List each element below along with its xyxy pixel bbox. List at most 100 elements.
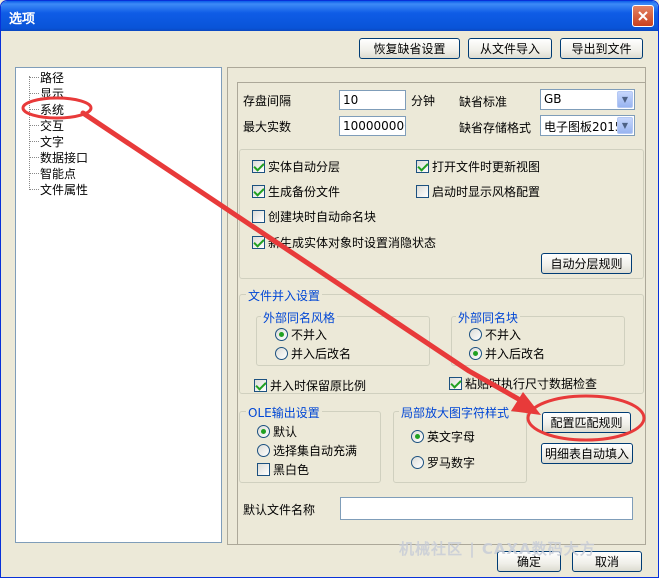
enlarge-roman-label: 罗马数字 <box>427 456 476 470</box>
tree-item-interaction[interactable]: 交互 <box>40 117 64 134</box>
tree-connector <box>30 125 39 126</box>
save-interval-label: 存盘间隔 <box>243 94 292 108</box>
radio-selected-icon <box>469 347 482 360</box>
save-interval-unit: 分钟 <box>411 94 436 108</box>
window-title: 选项 <box>9 12 36 27</box>
checkbox-checked-icon <box>252 236 265 249</box>
enlarge-style-group <box>393 411 527 483</box>
keep-ratio-checkbox[interactable]: 并入时保留原比例 <box>254 377 366 394</box>
default-standard-select[interactable]: GB ▼ <box>540 89 635 110</box>
hide-state-label: 新生成实体对象时设置消隐状态 <box>268 236 437 250</box>
export-to-file-button[interactable]: 导出到文件 <box>560 38 643 59</box>
backup-checkbox[interactable]: 生成备份文件 <box>252 183 340 200</box>
enlarge-letters-label: 英文字母 <box>427 430 476 444</box>
checkbox-unchecked-icon <box>257 463 270 476</box>
tree-connector <box>30 157 39 158</box>
checkbox-checked-icon <box>449 377 462 390</box>
default-filename-label: 默认文件名称 <box>243 503 316 517</box>
save-interval-input[interactable]: 10 <box>339 90 406 110</box>
paste-check-label: 粘贴时执行尺寸数据检查 <box>465 377 598 391</box>
update-view-label: 打开文件时更新视图 <box>432 160 541 174</box>
radio-unselected-icon <box>469 328 482 341</box>
tree-connector <box>30 109 39 110</box>
tree-connector <box>30 77 39 78</box>
enlarge-letters-radio[interactable]: 英文字母 <box>411 428 475 445</box>
external-block-title: 外部同名块 <box>456 309 521 326</box>
file-merge-title: 文件并入设置 <box>246 287 323 304</box>
style-merge-rename-radio[interactable]: 并入后改名 <box>275 345 351 362</box>
tree-item-path[interactable]: 路径 <box>40 69 64 86</box>
ole-output-title: OLE输出设置 <box>246 404 322 421</box>
default-standard-label: 缺省标准 <box>459 95 508 109</box>
options-dialog: 选项 恢复缺省设置 从文件导入 导出到文件 路径 显示 系统 交互 文字 数据接… <box>0 0 659 578</box>
checkbox-checked-icon <box>252 160 265 173</box>
restore-defaults-button[interactable]: 恢复缺省设置 <box>359 38 460 59</box>
auto-name-block-label: 创建块时自动命名块 <box>268 210 377 224</box>
radio-unselected-icon <box>275 347 288 360</box>
options-tree: 路径 显示 系统 交互 文字 数据接口 智能点 文件属性 <box>15 67 222 543</box>
title-bar[interactable]: 选项 <box>1 1 658 31</box>
default-format-value: 电子图板2015 <box>544 120 623 134</box>
auto-layer-rule-button[interactable]: 自动分层规则 <box>541 253 632 274</box>
tree-connector <box>30 141 39 142</box>
max-entities-input[interactable]: 100000000 <box>339 116 406 136</box>
default-format-select[interactable]: 电子图板2015 ▼ <box>540 115 635 136</box>
auto-name-block-checkbox[interactable]: 创建块时自动命名块 <box>252 208 376 225</box>
close-icon <box>638 11 648 21</box>
show-style-config-label: 启动时显示风格配置 <box>432 185 541 199</box>
max-entities-label: 最大实数 <box>243 120 292 134</box>
ole-default-label: 默认 <box>273 425 298 439</box>
update-view-checkbox[interactable]: 打开文件时更新视图 <box>416 158 540 175</box>
hide-state-checkbox[interactable]: 新生成实体对象时设置消隐状态 <box>252 234 436 251</box>
ole-auto-fill-label: 选择集自动充满 <box>273 444 358 458</box>
tree-item-display[interactable]: 显示 <box>40 85 64 102</box>
checkbox-checked-icon <box>416 160 429 173</box>
import-from-file-button[interactable]: 从文件导入 <box>468 38 552 59</box>
tree-item-file-properties[interactable]: 文件属性 <box>40 181 88 198</box>
style-no-merge-label: 不并入 <box>291 328 328 342</box>
bom-auto-fill-button[interactable]: 明细表自动填入 <box>541 443 633 464</box>
tree-connector <box>30 93 39 94</box>
checkbox-checked-icon <box>254 379 267 392</box>
close-button[interactable] <box>632 5 654 27</box>
block-merge-rename-label: 并入后改名 <box>485 347 546 361</box>
checkbox-checked-icon <box>252 185 265 198</box>
checkbox-unchecked-icon <box>416 185 429 198</box>
backup-label: 生成备份文件 <box>268 185 341 199</box>
configure-match-rule-button[interactable]: 配置匹配规则 <box>542 412 631 433</box>
default-standard-value: GB <box>544 92 562 106</box>
style-no-merge-radio[interactable]: 不并入 <box>275 326 327 343</box>
enlarge-roman-radio[interactable]: 罗马数字 <box>411 454 475 471</box>
enlarge-style-title: 局部放大图字符样式 <box>399 404 512 421</box>
ole-auto-fill-radio[interactable]: 选择集自动充满 <box>257 442 357 459</box>
style-merge-rename-label: 并入后改名 <box>291 347 352 361</box>
radio-unselected-icon <box>411 456 424 469</box>
tree-item-smart-point[interactable]: 智能点 <box>40 165 76 182</box>
chevron-down-icon[interactable]: ▼ <box>617 91 633 108</box>
block-merge-rename-radio[interactable]: 并入后改名 <box>469 345 545 362</box>
ole-default-radio[interactable]: 默认 <box>257 423 297 440</box>
tree-connector <box>30 173 39 174</box>
show-style-config-checkbox[interactable]: 启动时显示风格配置 <box>416 183 540 200</box>
watermark: 机械社区 | CAXA数码大方 <box>399 540 596 558</box>
paste-check-checkbox[interactable]: 粘贴时执行尺寸数据检查 <box>449 375 597 392</box>
default-format-label: 缺省存储格式 <box>459 121 532 135</box>
tree-item-data-interface[interactable]: 数据接口 <box>40 149 88 166</box>
checkbox-unchecked-icon <box>252 210 265 223</box>
default-filename-input[interactable] <box>340 497 633 520</box>
ole-bw-label: 黑白色 <box>273 463 310 477</box>
tree-connector <box>30 189 39 190</box>
tree-item-text[interactable]: 文字 <box>40 133 64 150</box>
external-style-title: 外部同名风格 <box>261 309 338 326</box>
auto-layer-label: 实体自动分层 <box>268 160 341 174</box>
tree-item-system[interactable]: 系统 <box>40 101 64 118</box>
radio-selected-icon <box>411 430 424 443</box>
radio-selected-icon <box>275 328 288 341</box>
block-no-merge-label: 不并入 <box>485 328 522 342</box>
chevron-down-icon[interactable]: ▼ <box>617 117 633 134</box>
radio-unselected-icon <box>257 444 270 457</box>
block-no-merge-radio[interactable]: 不并入 <box>469 326 521 343</box>
auto-layer-checkbox[interactable]: 实体自动分层 <box>252 158 340 175</box>
ole-bw-checkbox[interactable]: 黑白色 <box>257 461 309 478</box>
keep-ratio-label: 并入时保留原比例 <box>270 379 367 393</box>
